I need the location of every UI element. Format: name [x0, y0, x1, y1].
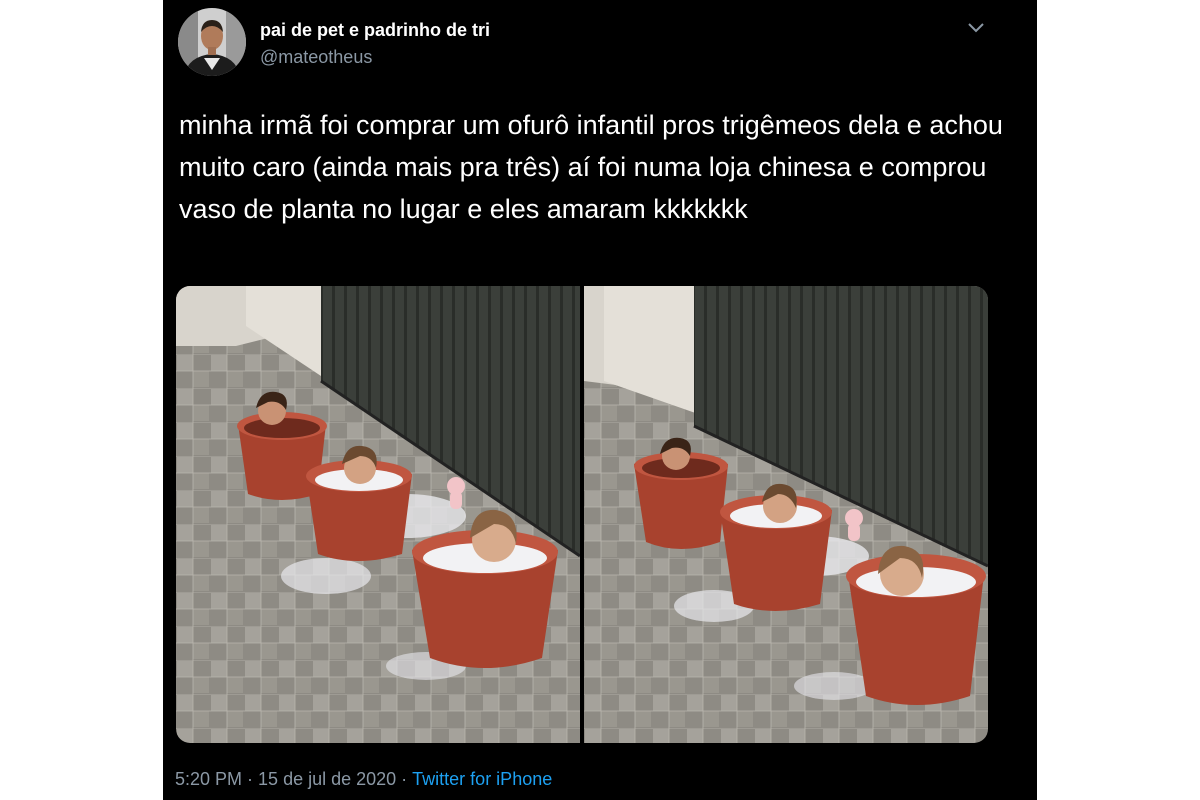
photo-2-image	[584, 286, 988, 743]
media-grid	[176, 286, 988, 743]
avatar[interactable]	[178, 8, 246, 76]
tweet-text: minha irmã foi comprar um ofurô infantil…	[179, 110, 1003, 224]
photo-2[interactable]	[584, 286, 988, 743]
display-name[interactable]: pai de pet e padrinho de tri	[260, 19, 490, 41]
profile-photo-icon	[178, 8, 246, 76]
photo-1-image	[176, 286, 580, 743]
chevron-down-icon	[968, 23, 984, 33]
meta-separator: ·	[247, 769, 254, 789]
user-handle[interactable]: @mateotheus	[260, 46, 372, 68]
tweet-time[interactable]: 5:20 PM	[175, 769, 242, 789]
tweet-meta: 5:20 PM · 15 de jul de 2020 · Twitter for iP…	[175, 767, 552, 791]
tweet-menu-button[interactable]	[963, 14, 989, 40]
photo-1[interactable]	[176, 286, 580, 743]
tweet-source-link[interactable]: Twitter for iPhone	[412, 769, 552, 789]
tweet-date[interactable]: 15 de jul de 2020	[258, 769, 396, 789]
tweet-card: pai de pet e padrinho de tri @mateotheus…	[163, 0, 1037, 800]
meta-separator: ·	[401, 769, 408, 789]
